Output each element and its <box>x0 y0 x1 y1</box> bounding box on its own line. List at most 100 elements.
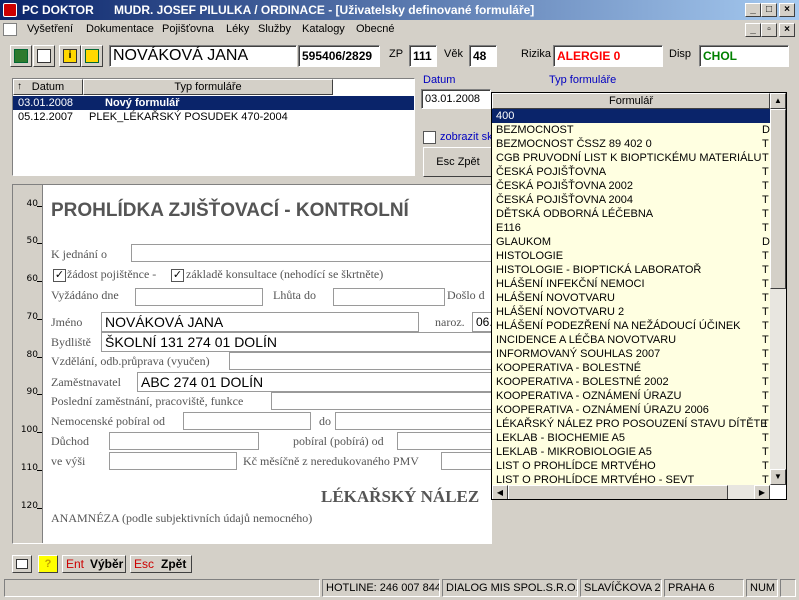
scroll-left-button[interactable]: ◀ <box>492 485 508 499</box>
dropdown-item[interactable]: BEZMOCNOST ČSSZ 89 402 0 T <box>492 137 770 151</box>
toolbar-book-button[interactable] <box>33 45 55 67</box>
zamestnavatel-input[interactable]: ABC 274 01 DOLÍN <box>137 372 491 392</box>
dropdown-item-name: HISTOLOGIE <box>496 250 564 262</box>
birth-number-field[interactable]: 595406/2829 <box>298 45 380 67</box>
back-button[interactable]: Esc Zpět <box>423 147 493 177</box>
ruler-tick-label: 60 <box>26 274 38 284</box>
dropdown-item[interactable]: HLÁŠENÍ PODEZŘENÍ NA NEŽÁDOUCÍ ÚČINEK T <box>492 319 770 333</box>
nemocenske-od-input[interactable] <box>183 412 311 430</box>
child-restore-button[interactable]: ▫ <box>761 23 777 37</box>
window-title: MUDR. JOSEF PILULKA / ORDINACE - [Uživat… <box>114 3 535 17</box>
menu-katalogy[interactable]: Katalogy <box>302 23 345 35</box>
records-row[interactable]: 05.12.2007 PLEK_LÉKAŘSKÝ POSUDEK 470-200… <box>13 110 414 124</box>
transfer-icon <box>85 49 99 63</box>
risk-field[interactable]: ALERGIE 0 <box>553 45 663 67</box>
help-button[interactable]: ? <box>38 555 58 573</box>
back-action-button[interactable]: Esc Zpět <box>130 555 192 573</box>
jmeno-input[interactable]: NOVÁKOVÁ JANA <box>101 312 419 332</box>
records-row[interactable]: 03.01.2008 Nový formulář <box>13 96 414 110</box>
k-jednani-input[interactable] <box>131 244 491 262</box>
dropdown-item[interactable]: LEKLAB - BIOCHEMIE A5 T <box>492 431 770 445</box>
lhuta-input[interactable] <box>333 288 445 306</box>
patient-name-field[interactable]: NOVÁKOVÁ JANA <box>109 45 297 67</box>
child-close-button[interactable]: × <box>779 23 795 37</box>
nemocenske-do-input[interactable] <box>335 412 491 430</box>
dropdown-item[interactable]: GLAUKOM D <box>492 235 770 249</box>
dropdown-item[interactable]: LEKLAB - MIKROBIOLOGIE A5 T <box>492 445 770 459</box>
select-button[interactable]: Ent Výběr <box>62 555 126 573</box>
status-num: NUM <box>746 579 778 597</box>
book-button[interactable] <box>12 555 32 573</box>
document-icon[interactable] <box>3 23 17 36</box>
show-checkbox[interactable] <box>423 131 436 144</box>
menu-vysetreni[interactable]: Vyšetření <box>27 23 73 35</box>
dropdown-item[interactable]: DĚTSKÁ ODBORNÁ LÉČEBNA T <box>492 207 770 221</box>
filter-date-input[interactable]: 03.01.2008 <box>421 89 491 109</box>
toolbar-info-button[interactable]: i <box>59 45 81 67</box>
jmeno-label: Jméno <box>51 315 83 329</box>
minimize-button[interactable]: _ <box>745 3 761 17</box>
dropdown-item[interactable]: HLÁŠENÍ NOVOTVARU T <box>492 291 770 305</box>
dropdown-item[interactable]: INCIDENCE A LÉČBA NOVOTVARU T <box>492 333 770 347</box>
menu-pojistovna[interactable]: Pojišťovna <box>162 23 214 35</box>
maximize-button[interactable]: □ <box>761 3 777 17</box>
menu-dokumentace[interactable]: Dokumentace <box>86 23 154 35</box>
dropdown-item[interactable]: HLÁŠENÍ NOVOTVARU 2 T <box>492 305 770 319</box>
menu-sluzby[interactable]: Služby <box>258 23 291 35</box>
hscroll-thumb[interactable] <box>508 485 728 499</box>
scroll-thumb[interactable] <box>770 109 786 289</box>
book-icon <box>37 49 51 63</box>
dropdown-item[interactable]: KOOPERATIVA - BOLESTNÉ T <box>492 361 770 375</box>
toolbar-transfer-button[interactable] <box>81 45 103 67</box>
records-list[interactable]: ↑ Datum Typ formuláře 03.01.2008 Nový fo… <box>12 78 415 176</box>
dropdown-item[interactable]: BEZMOCNOST D <box>492 123 770 137</box>
dropdown-item[interactable]: KOOPERATIVA - BOLESTNÉ 2002 T <box>492 375 770 389</box>
dropdown-hscroll[interactable]: ◀ ▶ <box>492 485 770 499</box>
dropdown-item[interactable]: LIST O PROHLÍDCE MRTVÉHO T <box>492 459 770 473</box>
dropdown-item[interactable]: KOOPERATIVA - OZNÁMENÍ ÚRAZU 2006 T <box>492 403 770 417</box>
anamneza-label: ANAMNÉZA (podle subjektivních údajů nemo… <box>51 511 313 525</box>
dropdown-item[interactable]: KOOPERATIVA - OZNÁMENÍ ÚRAZU T <box>492 389 770 403</box>
dropdown-item[interactable]: ČESKÁ POJIŠŤOVNA 2004 T <box>492 193 770 207</box>
menu-obecne[interactable]: Obecné <box>356 23 395 35</box>
zp-field[interactable]: 111 <box>409 45 437 67</box>
dropdown-item[interactable]: ČESKÁ POJIŠŤOVNA T <box>492 165 770 179</box>
dropdown-item[interactable]: CGB PRUVODNÍ LIST K BIOPTICKÉMU MATERIÁL… <box>492 151 770 165</box>
status-company: DIALOG MIS SPOL.S.R.O. <box>442 579 578 597</box>
dropdown-item[interactable]: HISTOLOGIE - BIOPTICKÁ LABORATOŘ T <box>492 263 770 277</box>
pobiral-input[interactable] <box>397 432 491 450</box>
naroz-input[interactable]: 06. <box>472 312 491 332</box>
dropdown-item[interactable]: 400 <box>492 109 770 123</box>
scroll-right-button[interactable]: ▶ <box>754 485 770 499</box>
posledni-input[interactable] <box>271 392 491 410</box>
ve-vysi-input[interactable] <box>109 452 237 470</box>
status-bar: HOTLINE: 246 007 844 DIALOG MIS SPOL.S.R… <box>0 577 799 598</box>
dropdown-item[interactable]: ČESKÁ POJIŠŤOVNA 2002 T <box>492 179 770 193</box>
vyzadano-input[interactable] <box>135 288 263 306</box>
dropdown-item-flag: T <box>762 376 769 388</box>
kc-input[interactable] <box>441 452 491 470</box>
dropdown-item[interactable]: LÉKAŘSKÝ NÁLEZ PRO POSOUZENÍ STAVU DÍTĚT… <box>492 417 770 431</box>
records-header-type[interactable]: Typ formuláře <box>83 79 333 95</box>
dropdown-item-flag: T <box>762 278 769 290</box>
scroll-up-button[interactable]: ▲ <box>770 93 786 109</box>
dropdown-item[interactable]: HISTOLOGIE T <box>492 249 770 263</box>
menu-leky[interactable]: Léky <box>226 23 249 35</box>
bydliste-input[interactable]: ŠKOLNÍ 131 274 01 DOLÍN <box>101 332 491 352</box>
zaklade-checkbox[interactable]: ✓ <box>171 269 184 282</box>
zadost-checkbox[interactable]: ✓ <box>53 269 66 282</box>
dropdown-item[interactable]: E116 T <box>492 221 770 235</box>
vzdelani-input[interactable] <box>229 352 491 370</box>
dropdown-vscroll[interactable]: ▲ ▼ <box>770 93 786 485</box>
age-field[interactable]: 48 <box>469 45 497 67</box>
duchod-input[interactable] <box>109 432 259 450</box>
disp-field[interactable]: CHOL <box>699 45 789 67</box>
dropdown-item[interactable]: INFORMOVANÝ SOUHLAS 2007 T <box>492 347 770 361</box>
child-minimize-button[interactable]: _ <box>745 23 761 37</box>
toolbar-card-button[interactable] <box>10 45 32 67</box>
dropdown-item[interactable]: HLÁŠENÍ INFEKČNÍ NEMOCI T <box>492 277 770 291</box>
scroll-down-button[interactable]: ▼ <box>770 469 786 485</box>
close-button[interactable]: × <box>779 3 795 17</box>
records-header-date[interactable]: ↑ Datum <box>13 79 83 95</box>
form-type-dropdown[interactable]: Formulář 400 BEZMOCNOST D BEZMOCNOST ČSSZ 8… <box>491 92 787 500</box>
